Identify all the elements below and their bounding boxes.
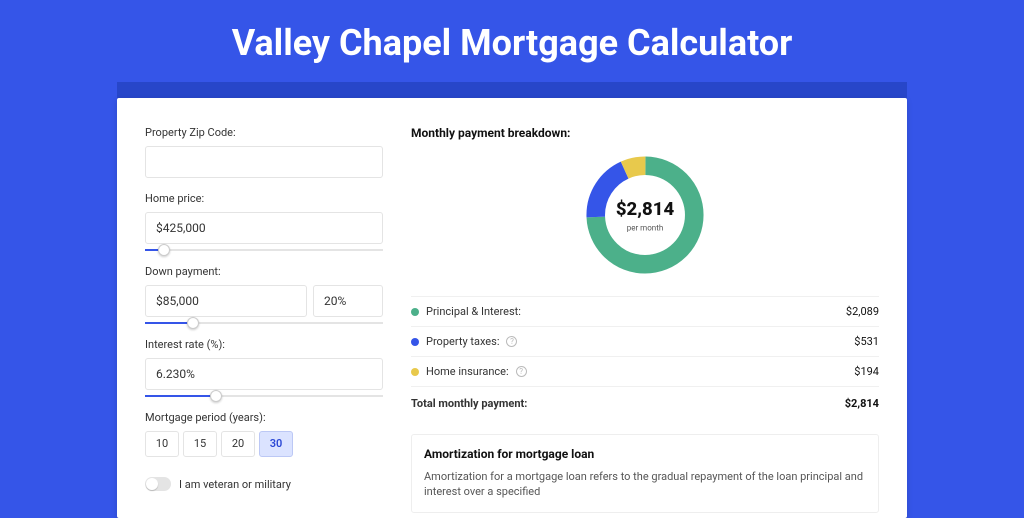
total-value: $2,814 bbox=[845, 397, 879, 410]
donut-center-sub: per month bbox=[627, 223, 664, 232]
dot-icon bbox=[411, 368, 419, 376]
donut-chart: $2,814 per month bbox=[411, 150, 879, 280]
zip-input[interactable] bbox=[145, 146, 383, 178]
amortization-text: Amortization for a mortgage loan refers … bbox=[424, 469, 866, 500]
interest-rate-input[interactable] bbox=[145, 358, 383, 390]
info-icon[interactable]: ? bbox=[506, 336, 517, 347]
period-btn-10[interactable]: 10 bbox=[145, 431, 179, 457]
input-column: Property Zip Code: Home price: Down paym… bbox=[145, 126, 383, 518]
interest-rate-label: Interest rate (%): bbox=[145, 338, 383, 351]
slider-thumb[interactable] bbox=[210, 390, 222, 402]
slider-thumb[interactable] bbox=[158, 244, 170, 256]
page-title: Valley Chapel Mortgage Calculator bbox=[0, 0, 1024, 82]
card-wrap: Property Zip Code: Home price: Down paym… bbox=[117, 82, 907, 518]
period-btn-30[interactable]: 30 bbox=[259, 431, 293, 457]
breakdown-row-taxes: Property taxes: ? $531 bbox=[411, 326, 879, 356]
dot-icon bbox=[411, 308, 419, 316]
zip-label: Property Zip Code: bbox=[145, 126, 383, 139]
slider-thumb[interactable] bbox=[187, 317, 199, 329]
breakdown-row-insurance: Home insurance: ? $194 bbox=[411, 356, 879, 386]
period-btn-20[interactable]: 20 bbox=[221, 431, 255, 457]
home-price-slider[interactable] bbox=[145, 249, 383, 251]
period-btn-15[interactable]: 15 bbox=[183, 431, 217, 457]
breakdown-value: $531 bbox=[854, 335, 879, 348]
down-payment-label: Down payment: bbox=[145, 265, 383, 278]
amortization-title: Amortization for mortgage loan bbox=[424, 447, 866, 461]
dot-icon bbox=[411, 338, 419, 346]
calculator-card: Property Zip Code: Home price: Down paym… bbox=[117, 98, 907, 518]
down-payment-amount-input[interactable] bbox=[145, 285, 307, 317]
breakdown-value: $194 bbox=[854, 365, 879, 378]
down-payment-slider[interactable] bbox=[145, 322, 383, 324]
breakdown-row-total: Total monthly payment: $2,814 bbox=[411, 386, 879, 420]
breakdown-label: Property taxes: bbox=[426, 335, 499, 348]
breakdown-label: Home insurance: bbox=[426, 365, 509, 378]
veteran-toggle[interactable] bbox=[145, 477, 171, 491]
period-label: Mortgage period (years): bbox=[145, 411, 383, 424]
amortization-section: Amortization for mortgage loan Amortizat… bbox=[411, 434, 879, 513]
breakdown-row-principal: Principal & Interest: $2,089 bbox=[411, 296, 879, 326]
donut-center-amount: $2,814 bbox=[616, 198, 675, 220]
breakdown-column: Monthly payment breakdown: $2,814 per mo… bbox=[411, 126, 879, 518]
home-price-input[interactable] bbox=[145, 212, 383, 244]
veteran-toggle-label: I am veteran or military bbox=[179, 478, 291, 491]
breakdown-title: Monthly payment breakdown: bbox=[411, 126, 879, 140]
home-price-label: Home price: bbox=[145, 192, 383, 205]
breakdown-label: Principal & Interest: bbox=[426, 305, 521, 318]
period-options: 10 15 20 30 bbox=[145, 431, 383, 457]
total-label: Total monthly payment: bbox=[411, 397, 527, 410]
breakdown-value: $2,089 bbox=[846, 305, 879, 318]
info-icon[interactable]: ? bbox=[516, 366, 527, 377]
interest-rate-slider[interactable] bbox=[145, 395, 383, 397]
down-payment-pct-input[interactable] bbox=[313, 285, 383, 317]
